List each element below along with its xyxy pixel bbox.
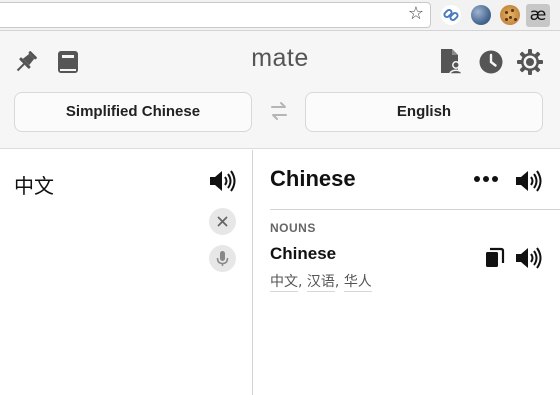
speaker-icon[interactable]: [514, 168, 544, 194]
synonym-link[interactable]: 中文: [270, 274, 298, 292]
translation-headword: Chinese: [270, 166, 356, 191]
link-extension-icon[interactable]: [441, 5, 461, 25]
microphone-button[interactable]: [209, 245, 236, 272]
star-icon[interactable]: ☆: [406, 4, 426, 24]
settings-icon[interactable]: [516, 48, 544, 76]
result-separator: [270, 209, 560, 210]
speaker-icon[interactable]: [514, 245, 544, 271]
synonym-link[interactable]: 华人: [343, 274, 372, 292]
more-options-icon[interactable]: [472, 172, 500, 186]
target-language-button[interactable]: English: [305, 92, 543, 132]
browser-toolbar: ☆ æ: [0, 0, 560, 31]
cookie-extension-icon[interactable]: [500, 5, 520, 25]
synonym-link[interactable]: 汉语: [306, 274, 335, 292]
microphone-icon: [216, 251, 229, 266]
source-language-button[interactable]: Simplified Chinese: [14, 92, 252, 132]
close-icon: [217, 216, 228, 227]
source-text-input[interactable]: 中文: [14, 170, 54, 199]
entry-word: Chinese: [270, 244, 337, 263]
copy-icon[interactable]: [484, 246, 506, 270]
clear-button[interactable]: [209, 208, 236, 235]
speaker-icon[interactable]: [208, 168, 238, 194]
favorite-user-icon[interactable]: [437, 47, 465, 75]
synonym-list: 中文, 汉语, 华人: [270, 274, 372, 292]
globe-extension-icon[interactable]: [471, 5, 491, 25]
address-bar[interactable]: [0, 2, 431, 28]
history-icon[interactable]: [477, 48, 505, 76]
app-title: mate: [251, 44, 309, 72]
popup-header: mate Simplified Chinese English: [0, 31, 560, 149]
panel-divider: [252, 150, 253, 395]
swap-languages-icon[interactable]: [268, 100, 290, 122]
mate-extension-icon[interactable]: æ: [526, 4, 550, 27]
part-of-speech-label: NOUNS: [270, 221, 316, 235]
